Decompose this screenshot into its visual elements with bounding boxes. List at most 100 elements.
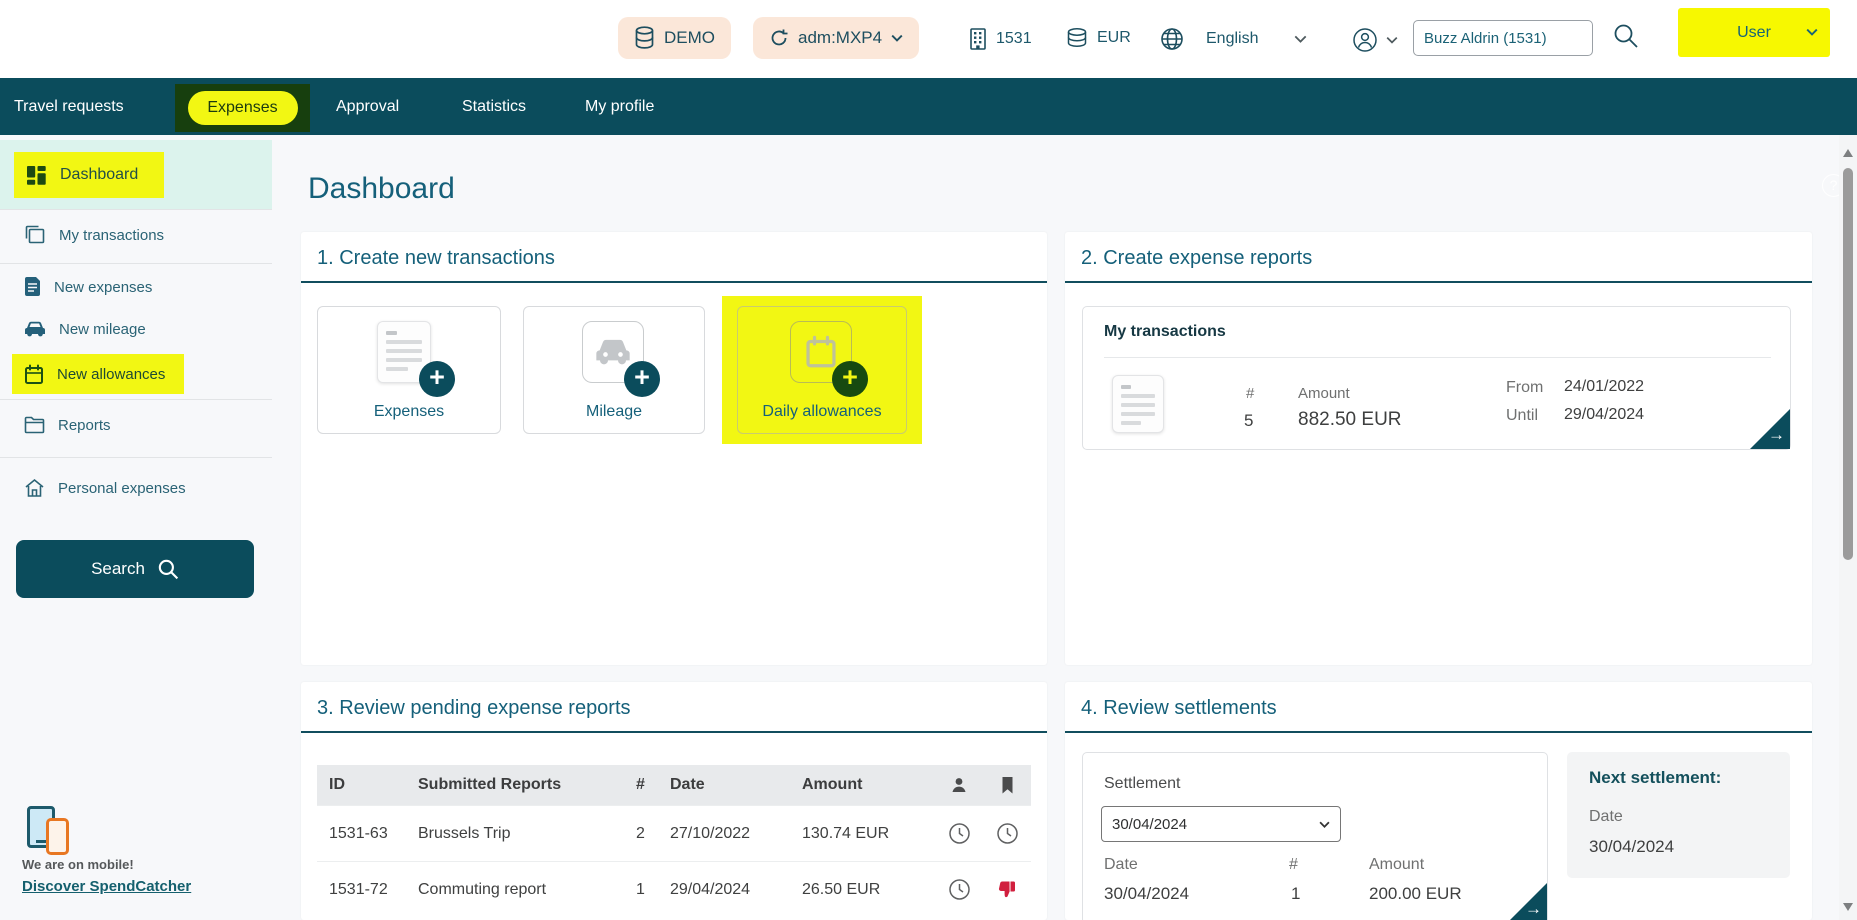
nav-travel-requests[interactable]: Travel requests [14, 78, 124, 135]
settlement-card: Settlement 30/04/2024 Date 30/04/2024 # … [1082, 752, 1548, 920]
amount-value: 882.50 EUR [1298, 409, 1402, 431]
panel-pending-reports: 3. Review pending expense reports ID Sub… [301, 682, 1047, 920]
panel-title: 2. Create expense reports [1081, 247, 1312, 270]
person-icon [935, 776, 983, 794]
sidebar-item-label: My transactions [59, 227, 164, 244]
report-date: 29/04/2024 [670, 881, 802, 899]
sidebar-item-my-transactions[interactable]: My transactions [24, 225, 164, 245]
panel-title: 3. Review pending expense reports [317, 697, 631, 720]
pending-reports-table: ID Submitted Reports # Date Amount [317, 765, 1031, 917]
panel-title-divider [1065, 731, 1812, 733]
sidebar-item-dashboard[interactable]: Dashboard [0, 140, 272, 210]
phone-icon [46, 818, 69, 855]
my-transactions-card[interactable]: My transactions # 5 Amount 882.50 EUR Fr… [1082, 306, 1791, 450]
entity-indicator: 1531 [968, 27, 1032, 51]
rejected-thumbs-down-icon [983, 880, 1031, 900]
settlement-amount-value: 200.00 EUR [1369, 884, 1462, 904]
sidebar-item-new-allowances[interactable]: New allowances [12, 354, 184, 394]
scrollbar-thumb[interactable] [1843, 168, 1853, 560]
top-header: DEMO adm:MXP4 [0, 0, 1857, 78]
user-search-input[interactable] [1413, 20, 1593, 56]
sidebar-item-new-expenses[interactable]: New expenses [24, 277, 152, 298]
col-report: Submitted Reports [418, 776, 636, 794]
panel-title: 4. Review settlements [1081, 697, 1277, 720]
chevron-down-icon [1806, 28, 1818, 36]
sidebar-item-label: New allowances [57, 366, 165, 383]
report-name: Commuting report [418, 881, 636, 899]
expense-document-icon: + [377, 321, 441, 385]
nav-statistics[interactable]: Statistics [462, 78, 526, 135]
card-divider [1104, 357, 1771, 358]
user-context-selector[interactable] [1352, 27, 1398, 53]
count-label: # [1246, 385, 1254, 402]
search-icon[interactable] [1612, 22, 1639, 49]
role-switch-button[interactable]: User [1678, 8, 1830, 57]
nav-approval[interactable]: Approval [336, 78, 399, 135]
dashboard-grid-icon [26, 165, 47, 186]
panel-create-transactions: 1. Create new transactions + Expenses + [301, 232, 1047, 665]
scroll-up-arrow[interactable] [1843, 149, 1853, 157]
role-label: User [1737, 24, 1771, 42]
sidebar-item-label: New mileage [59, 321, 146, 338]
entity-id: 1531 [996, 30, 1032, 48]
go-to-settlements-arrow[interactable]: → [1507, 883, 1547, 920]
chevron-down-icon [1386, 36, 1398, 44]
col-amount: Amount [802, 776, 935, 794]
globe-icon [1160, 27, 1184, 51]
nav-expenses-pill: Expenses [188, 91, 298, 125]
plus-icon: + [419, 361, 455, 397]
pending-clock-icon [935, 822, 983, 845]
next-settlement-title: Next settlement: [1589, 768, 1721, 788]
table-row[interactable]: 1531-63 Brussels Trip 2 27/10/2022 130.7… [317, 805, 1031, 861]
sidebar: Dashboard My transactions New expenses [0, 135, 272, 920]
car-icon [24, 320, 46, 338]
nav-expenses[interactable]: Expenses [175, 84, 310, 132]
language-selector[interactable]: English [1160, 27, 1307, 51]
folder-icon [24, 416, 45, 434]
panel-title-divider [301, 281, 1047, 283]
sidebar-item-reports[interactable]: Reports [24, 416, 111, 434]
demo-label: DEMO [664, 28, 715, 48]
chevron-down-icon [891, 34, 903, 42]
sidebar-item-label: New expenses [54, 279, 152, 296]
settlement-select[interactable]: 30/04/2024 [1101, 806, 1341, 842]
tile-mileage[interactable]: + Mileage [523, 306, 705, 434]
report-amount: 26.50 EUR [802, 881, 935, 899]
go-to-transactions-arrow[interactable]: → [1750, 409, 1790, 449]
sidebar-divider [0, 263, 272, 264]
search-icon [157, 558, 179, 580]
tile-daily-allowances-highlight[interactable]: + Daily allowances [722, 296, 922, 444]
pending-clock-icon [983, 822, 1031, 845]
admin-context-badge[interactable]: adm:MXP4 [753, 17, 919, 59]
nav-my-profile[interactable]: My profile [585, 78, 654, 135]
demo-environment-badge[interactable]: DEMO [618, 17, 731, 59]
spendcatcher-link[interactable]: Discover SpendCatcher [22, 878, 191, 895]
admin-context-label: adm:MXP4 [798, 28, 882, 48]
home-icon [24, 478, 45, 498]
amount-label: Amount [1298, 385, 1350, 402]
settlement-date-value: 30/04/2024 [1104, 884, 1189, 904]
table-row[interactable]: 1531-72 Commuting report 1 29/04/2024 26… [317, 861, 1031, 917]
sidebar-item-personal-expenses[interactable]: Personal expenses [24, 478, 186, 498]
report-count: 2 [636, 825, 670, 843]
calendar-icon [24, 364, 44, 385]
mileage-car-icon: + [582, 321, 646, 385]
until-label: Until [1506, 407, 1538, 425]
scroll-down-arrow[interactable] [1843, 903, 1853, 911]
report-id: 1531-72 [317, 881, 418, 899]
person-circle-icon [1352, 27, 1378, 53]
sidebar-item-label: Dashboard [60, 166, 138, 184]
coins-icon [1065, 27, 1089, 49]
tile-label: Mileage [524, 403, 704, 421]
sidebar-item-new-mileage[interactable]: New mileage [24, 320, 146, 338]
tile-expenses[interactable]: + Expenses [317, 306, 501, 434]
sidebar-item-label: Reports [58, 417, 111, 434]
panel-title: 1. Create new transactions [317, 247, 555, 270]
pending-clock-icon [935, 878, 983, 901]
transactions-document-icon [1112, 375, 1164, 433]
database-icon [634, 26, 655, 50]
sidebar-search-button[interactable]: Search [16, 540, 254, 598]
panel-review-settlements: 4. Review settlements Settlement 30/04/2… [1065, 682, 1812, 920]
main-navbar: Travel requests Expenses Approval Statis… [0, 78, 1857, 135]
card-title: My transactions [1104, 323, 1226, 341]
